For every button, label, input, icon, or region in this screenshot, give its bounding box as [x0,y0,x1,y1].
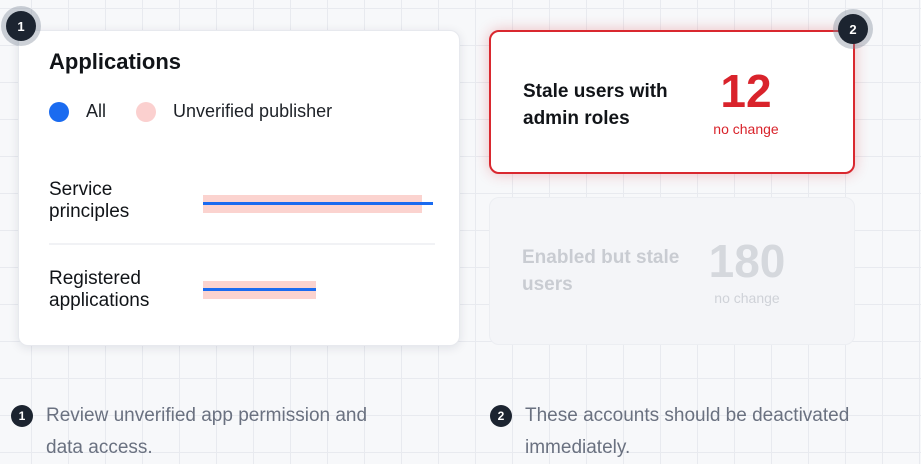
metric-label: Stale users with admin roles [523,81,668,129]
service-principles-all-bar [203,202,433,205]
row-label-service-principles: Service principles [49,179,130,222]
legend-unverified-swatch [136,101,157,122]
metric-change: no change [714,290,780,306]
footnote-1: 1 Review unverified app permission and d… [11,400,431,464]
footnote-text-1: Review unverified app permission and dat… [46,405,368,458]
row-divider [49,243,435,245]
callout-marker-2: 2 [838,14,868,44]
metric-value: 180 [708,235,786,287]
metric-label: Enabled but stale users [522,247,680,295]
registered-applications-all-bar [203,288,316,291]
applications-card: Applications All Unverified publisher Se… [18,30,460,346]
row-label-registered-applications: Registered applications [49,268,150,311]
footnote-2: 2 These accounts should be deactivated i… [490,400,921,464]
legend-all-swatch [49,101,69,122]
callout-marker-1: 1 [6,11,36,41]
service-principles-bar [203,195,433,213]
legend-all-label: All [86,101,107,121]
footnote-number-2: 2 [490,405,512,427]
footnote-text-2: These accounts should be deactivated imm… [525,405,850,458]
metric-value: 12 [720,65,772,117]
footnote-number-1: 1 [11,405,33,427]
metric-change: no change [713,121,779,137]
applications-title: Applications [49,49,182,74]
legend-unverified-label: Unverified publisher [173,101,333,121]
enabled-stale-users-card[interactable]: Enabled but stale users 180 no change [489,197,855,345]
stale-admin-users-card[interactable]: Stale users with admin roles 12 no chang… [489,30,855,174]
chart-legend: All Unverified publisher [49,101,332,122]
registered-applications-bar [203,281,433,299]
